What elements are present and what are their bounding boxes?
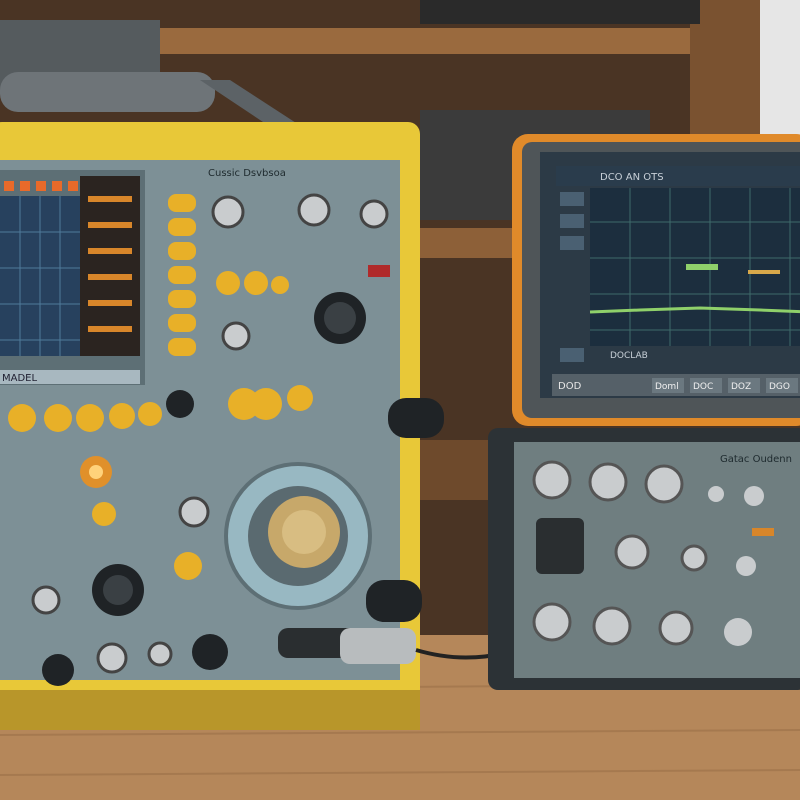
silver-knob[interactable] [736,556,756,576]
scope-marker [686,264,718,270]
back-shelf-post [690,0,760,140]
signal-unit-header: Gatac Oudenn [720,454,792,465]
scope-menu-text: DCO AN OTS [600,172,664,183]
black-knob-upper-cap [324,302,356,334]
silver-knob[interactable] [211,195,245,229]
side-dial[interactable] [388,398,444,438]
carry-handle[interactable] [0,72,215,112]
scope-side-button[interactable] [560,192,584,206]
yellow-knob[interactable] [44,404,72,432]
yellow-knob[interactable] [250,388,282,420]
scope-side-button[interactable] [560,214,584,228]
indicator-lamp-glow [89,465,103,479]
silver-knob[interactable] [532,460,572,500]
yellow-knob[interactable] [174,552,202,580]
red-indicator [368,265,390,277]
left-panel-header: Cussic Dsvbsoa [208,168,286,179]
signal-unit: Gatac Oudenn [488,428,800,690]
silver-knob[interactable] [680,544,708,572]
scope-side-button[interactable] [560,348,584,362]
yellow-frame-shadow [0,690,420,730]
scope-side-button[interactable] [560,236,584,250]
scope-menu-bar [556,166,800,186]
back-right-device [760,0,800,140]
column-button[interactable] [168,266,196,284]
silver-knob[interactable] [31,585,61,615]
back-shelf-top [150,28,720,54]
scope-footer-left: DOD [558,381,582,392]
yellow-knob[interactable] [287,385,313,411]
column-button[interactable] [168,194,196,212]
silver-knob[interactable] [708,486,724,502]
silver-knob[interactable] [644,464,684,504]
column-button[interactable] [168,218,196,236]
silver-knob[interactable] [744,486,764,506]
footer-tab-label: Doml [655,382,679,392]
yellow-toggle[interactable] [271,276,289,294]
column-button[interactable] [168,314,196,332]
back-equipment-top [420,0,700,24]
yellow-knob[interactable] [8,404,36,432]
signal-unit-indicator [752,528,774,536]
back-shelf-lower [410,440,500,500]
black-knob-lower-cap [103,575,133,605]
silver-knob[interactable] [221,321,251,351]
column-button[interactable] [168,338,196,356]
side-dial-lower[interactable] [366,580,422,622]
yellow-knob[interactable] [109,403,135,429]
black-knob-small[interactable] [192,634,228,670]
scope-bottom-readout: DOCLAB [610,351,648,361]
silver-knob[interactable] [96,642,128,674]
silver-knob[interactable] [147,641,173,667]
silver-knob[interactable] [359,199,389,229]
silver-knob[interactable] [178,496,210,528]
yellow-knob[interactable] [92,502,116,526]
black-knob-small[interactable] [42,654,74,686]
silver-knob[interactable] [724,618,752,646]
footer-tab-label: DOZ [731,382,751,392]
silver-knob[interactable] [592,606,632,646]
workbench-scene: MADEL Cussic Dsvbsoa DCO AN OTS DOCLAB D… [0,0,800,800]
left-readout-label: MADEL [2,373,37,384]
yellow-knob[interactable] [76,404,104,432]
silver-knob[interactable] [614,534,650,570]
silver-knob[interactable] [658,610,694,646]
column-button[interactable] [168,290,196,308]
silver-knob[interactable] [588,462,628,502]
footer-tab-label: DGO [769,382,790,392]
silver-knob[interactable] [297,193,331,227]
column-button[interactable] [168,242,196,260]
yellow-toggle[interactable] [216,271,240,295]
yellow-toggle[interactable] [244,271,268,295]
yellow-knob[interactable] [138,402,162,426]
footer-tab-label: DOC [693,382,713,392]
signal-unit-switch[interactable] [536,518,584,574]
probe-tip[interactable] [340,628,416,664]
main-dial-cap [282,510,326,554]
scope-marker-right [748,270,780,274]
oscilloscope: DCO AN OTS DOCLAB DOD Doml DOC DOZ DGO [512,134,800,426]
black-knob-side[interactable] [166,390,194,418]
silver-knob[interactable] [532,602,572,642]
